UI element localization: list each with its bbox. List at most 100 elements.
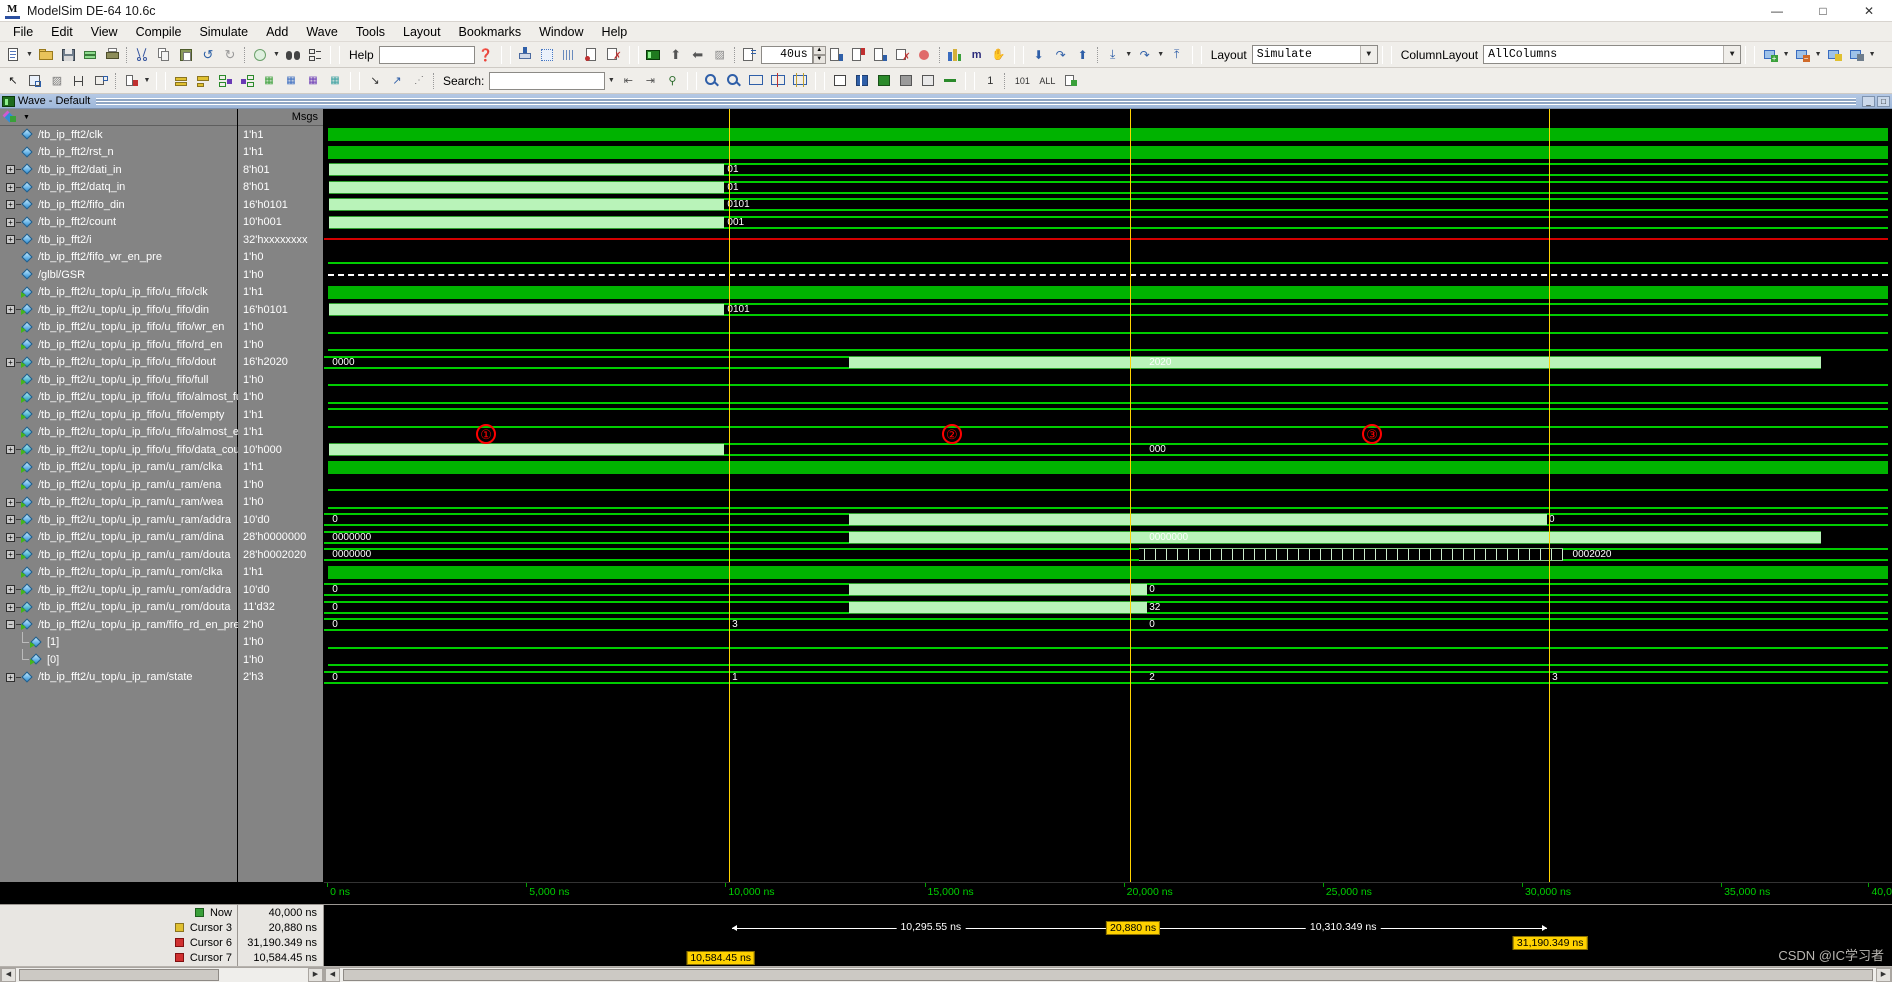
wave-maximize-button[interactable]: □ [1877, 95, 1890, 107]
close-button[interactable]: ✕ [1846, 0, 1892, 22]
menu-view[interactable]: View [82, 23, 127, 41]
expand-tree-icon[interactable] [304, 44, 326, 66]
signal-row[interactable]: /tb_ip_fft2/u_top/u_ip_fifo/u_fifo/almos… [0, 424, 263, 442]
step-mesh-icon[interactable]: ▨ [709, 44, 731, 66]
hand-icon[interactable]: ✋ [988, 44, 1010, 66]
menu-window[interactable]: Window [530, 23, 592, 41]
copy-icon[interactable] [153, 44, 175, 66]
signal-row[interactable]: /tb_ip_fft2/u_top/u_ip_ram/u_ram/clka [0, 459, 237, 477]
expand-icon[interactable]: + [6, 550, 15, 560]
signal-row[interactable]: [1] [0, 631, 237, 652]
expand-icon[interactable]: + [6, 445, 15, 455]
print-icon[interactable] [101, 44, 123, 66]
signal-row[interactable]: + /tb_ip_fft2/u_top/u_ip_fifo/u_fifo/dout [0, 354, 237, 372]
cursor-time-badge[interactable]: 10,584.45 ns [686, 951, 756, 965]
signal-row[interactable]: /glbl/GSR [0, 266, 237, 284]
report-icon[interactable] [581, 44, 603, 66]
expand-icon[interactable]: + [6, 165, 15, 175]
annotate-icon[interactable] [90, 70, 112, 92]
signal-row[interactable]: + /tb_ip_fft2/u_top/u_ip_ram/u_ram/wea [0, 494, 237, 512]
group-icon[interactable] [170, 70, 192, 92]
save-wave-dropdown-icon[interactable]: ▼ [1867, 44, 1877, 66]
cursor-time-badge[interactable]: 20,880 ns [1106, 921, 1161, 935]
expand-icon[interactable]: + [6, 515, 15, 525]
add-wave-dropdown-icon[interactable]: ▼ [1781, 44, 1791, 66]
run-all-icon[interactable] [870, 44, 892, 66]
step-over-icon[interactable]: ↷ [1134, 44, 1156, 66]
signal-row[interactable]: + /tb_ip_fft2/count [0, 214, 237, 232]
binoculars-icon[interactable] [282, 44, 304, 66]
cursor-time-badge[interactable]: 31,190.349 ns [1512, 936, 1588, 950]
step-up-icon[interactable]: ⬆ [665, 44, 687, 66]
wave-minimize-button[interactable]: _ [1862, 95, 1875, 107]
signal-row[interactable]: /tb_ip_fft2/fifo_wr_en_pre [0, 249, 237, 267]
signal-row[interactable]: + /tb_ip_fft2/u_top/u_ip_ram/u_ram/dina [0, 529, 237, 547]
run-icon[interactable] [826, 44, 848, 66]
new-file-dropdown-icon[interactable]: ▼ [24, 44, 35, 66]
wave-format-mixed-icon[interactable] [939, 70, 961, 92]
open-folder-icon[interactable] [35, 44, 57, 66]
restart-icon[interactable] [739, 44, 761, 66]
time-axis[interactable]: 0 ns 5,000 ns 10,000 ns 15,000 ns 20,000 ns 2… [324, 882, 1892, 904]
step-into-icon[interactable]: ⤓ [1102, 44, 1124, 66]
edit-wave-icon[interactable] [1823, 44, 1845, 66]
format-radix3-icon[interactable]: ▦ [302, 70, 324, 92]
split-signals-icon[interactable] [236, 70, 258, 92]
compile-all-icon[interactable] [515, 44, 537, 66]
run-length-input[interactable]: 40us [760, 45, 813, 64]
signal-row[interactable]: /tb_ip_fft2/u_top/u_ip_fifo/u_fifo/wr_en [0, 319, 237, 337]
zoom-mode-icon[interactable] [24, 70, 46, 92]
signal-row[interactable]: [0] [0, 649, 237, 669]
expand-icon[interactable]: + [6, 200, 15, 210]
wave-format-outline-icon[interactable] [917, 70, 939, 92]
coverage-icon[interactable] [944, 44, 966, 66]
menu-layout[interactable]: Layout [394, 23, 450, 41]
step-back-icon[interactable]: ⬅ [687, 44, 709, 66]
expand-icon[interactable]: + [6, 532, 15, 542]
find-next-transition-icon[interactable]: ↗ [386, 70, 408, 92]
bookmark-up-icon[interactable]: ⬆ [1072, 44, 1094, 66]
wave-properties-icon[interactable] [1059, 70, 1081, 92]
remove-wave-dropdown-icon[interactable]: ▼ [1813, 44, 1823, 66]
remove-wave-icon[interactable]: − [1791, 44, 1813, 66]
menu-file[interactable]: File [4, 23, 42, 41]
format-radix-icon[interactable]: ▦ [258, 70, 280, 92]
cursor-7[interactable] [728, 109, 730, 882]
stop-icon[interactable] [914, 44, 936, 66]
signal-row[interactable]: + /tb_ip_fft2/u_top/u_ip_ram/u_rom/douta [0, 599, 237, 617]
signal-row[interactable]: + /tb_ip_fft2/u_top/u_ip_ram/u_ram/douta [0, 546, 237, 564]
signal-row[interactable]: /tb_ip_fft2/u_top/u_ip_fifo/u_fifo/full [0, 371, 237, 389]
expand-icon[interactable]: + [6, 497, 15, 507]
simulate-icon[interactable] [537, 44, 559, 66]
signal-row[interactable]: + /tb_ip_fft2/u_top/u_ip_ram/state [0, 669, 237, 687]
search-input[interactable] [489, 71, 606, 90]
search-dropdown-icon[interactable]: ▼ [605, 70, 617, 92]
maximize-button[interactable]: □ [1800, 0, 1846, 22]
expand-icon[interactable]: + [6, 602, 15, 612]
collapse-icon[interactable]: − [6, 620, 15, 630]
chevron-down-icon[interactable]: ▼ [1723, 46, 1741, 63]
signal-row[interactable]: + /tb_ip_fft2/dati_in [0, 161, 237, 179]
step-over-dropdown-icon[interactable]: ▼ [1156, 44, 1166, 66]
columnlayout-select[interactable]: AllColumns ▼ [1483, 45, 1742, 64]
menu-add[interactable]: Add [257, 23, 297, 41]
menu-wave[interactable]: Wave [297, 23, 347, 41]
scroll-right-icon[interactable]: ▶ [1876, 968, 1891, 982]
menu-bookmarks[interactable]: Bookmarks [450, 23, 531, 41]
pan-mode-icon[interactable]: ▨ [46, 70, 68, 92]
signal-row[interactable]: /tb_ip_fft2/u_top/u_ip_ram/u_rom/clka [0, 564, 237, 582]
signal-row[interactable]: /tb_ip_fft2/u_top/u_ip_ram/u_ram/ena [0, 476, 237, 494]
signal-row[interactable]: /tb_ip_fft2/clk [0, 126, 237, 144]
help-question-icon[interactable]: ❓ [475, 44, 497, 66]
scroll-left-icon[interactable]: ◀ [325, 968, 340, 982]
wave-format-default-icon[interactable] [829, 70, 851, 92]
signal-row[interactable]: + /tb_ip_fft2/datq_in [0, 179, 237, 197]
save-wave-icon[interactable] [1845, 44, 1867, 66]
undo-icon[interactable]: ↺ [197, 44, 219, 66]
menu-tools[interactable]: Tools [347, 23, 394, 41]
menu-help[interactable]: Help [593, 23, 637, 41]
step-out-icon[interactable]: ⤒ [1166, 44, 1188, 66]
menu-simulate[interactable]: Simulate [190, 23, 257, 41]
menu-edit[interactable]: Edit [42, 23, 82, 41]
compile-icon[interactable] [79, 44, 101, 66]
